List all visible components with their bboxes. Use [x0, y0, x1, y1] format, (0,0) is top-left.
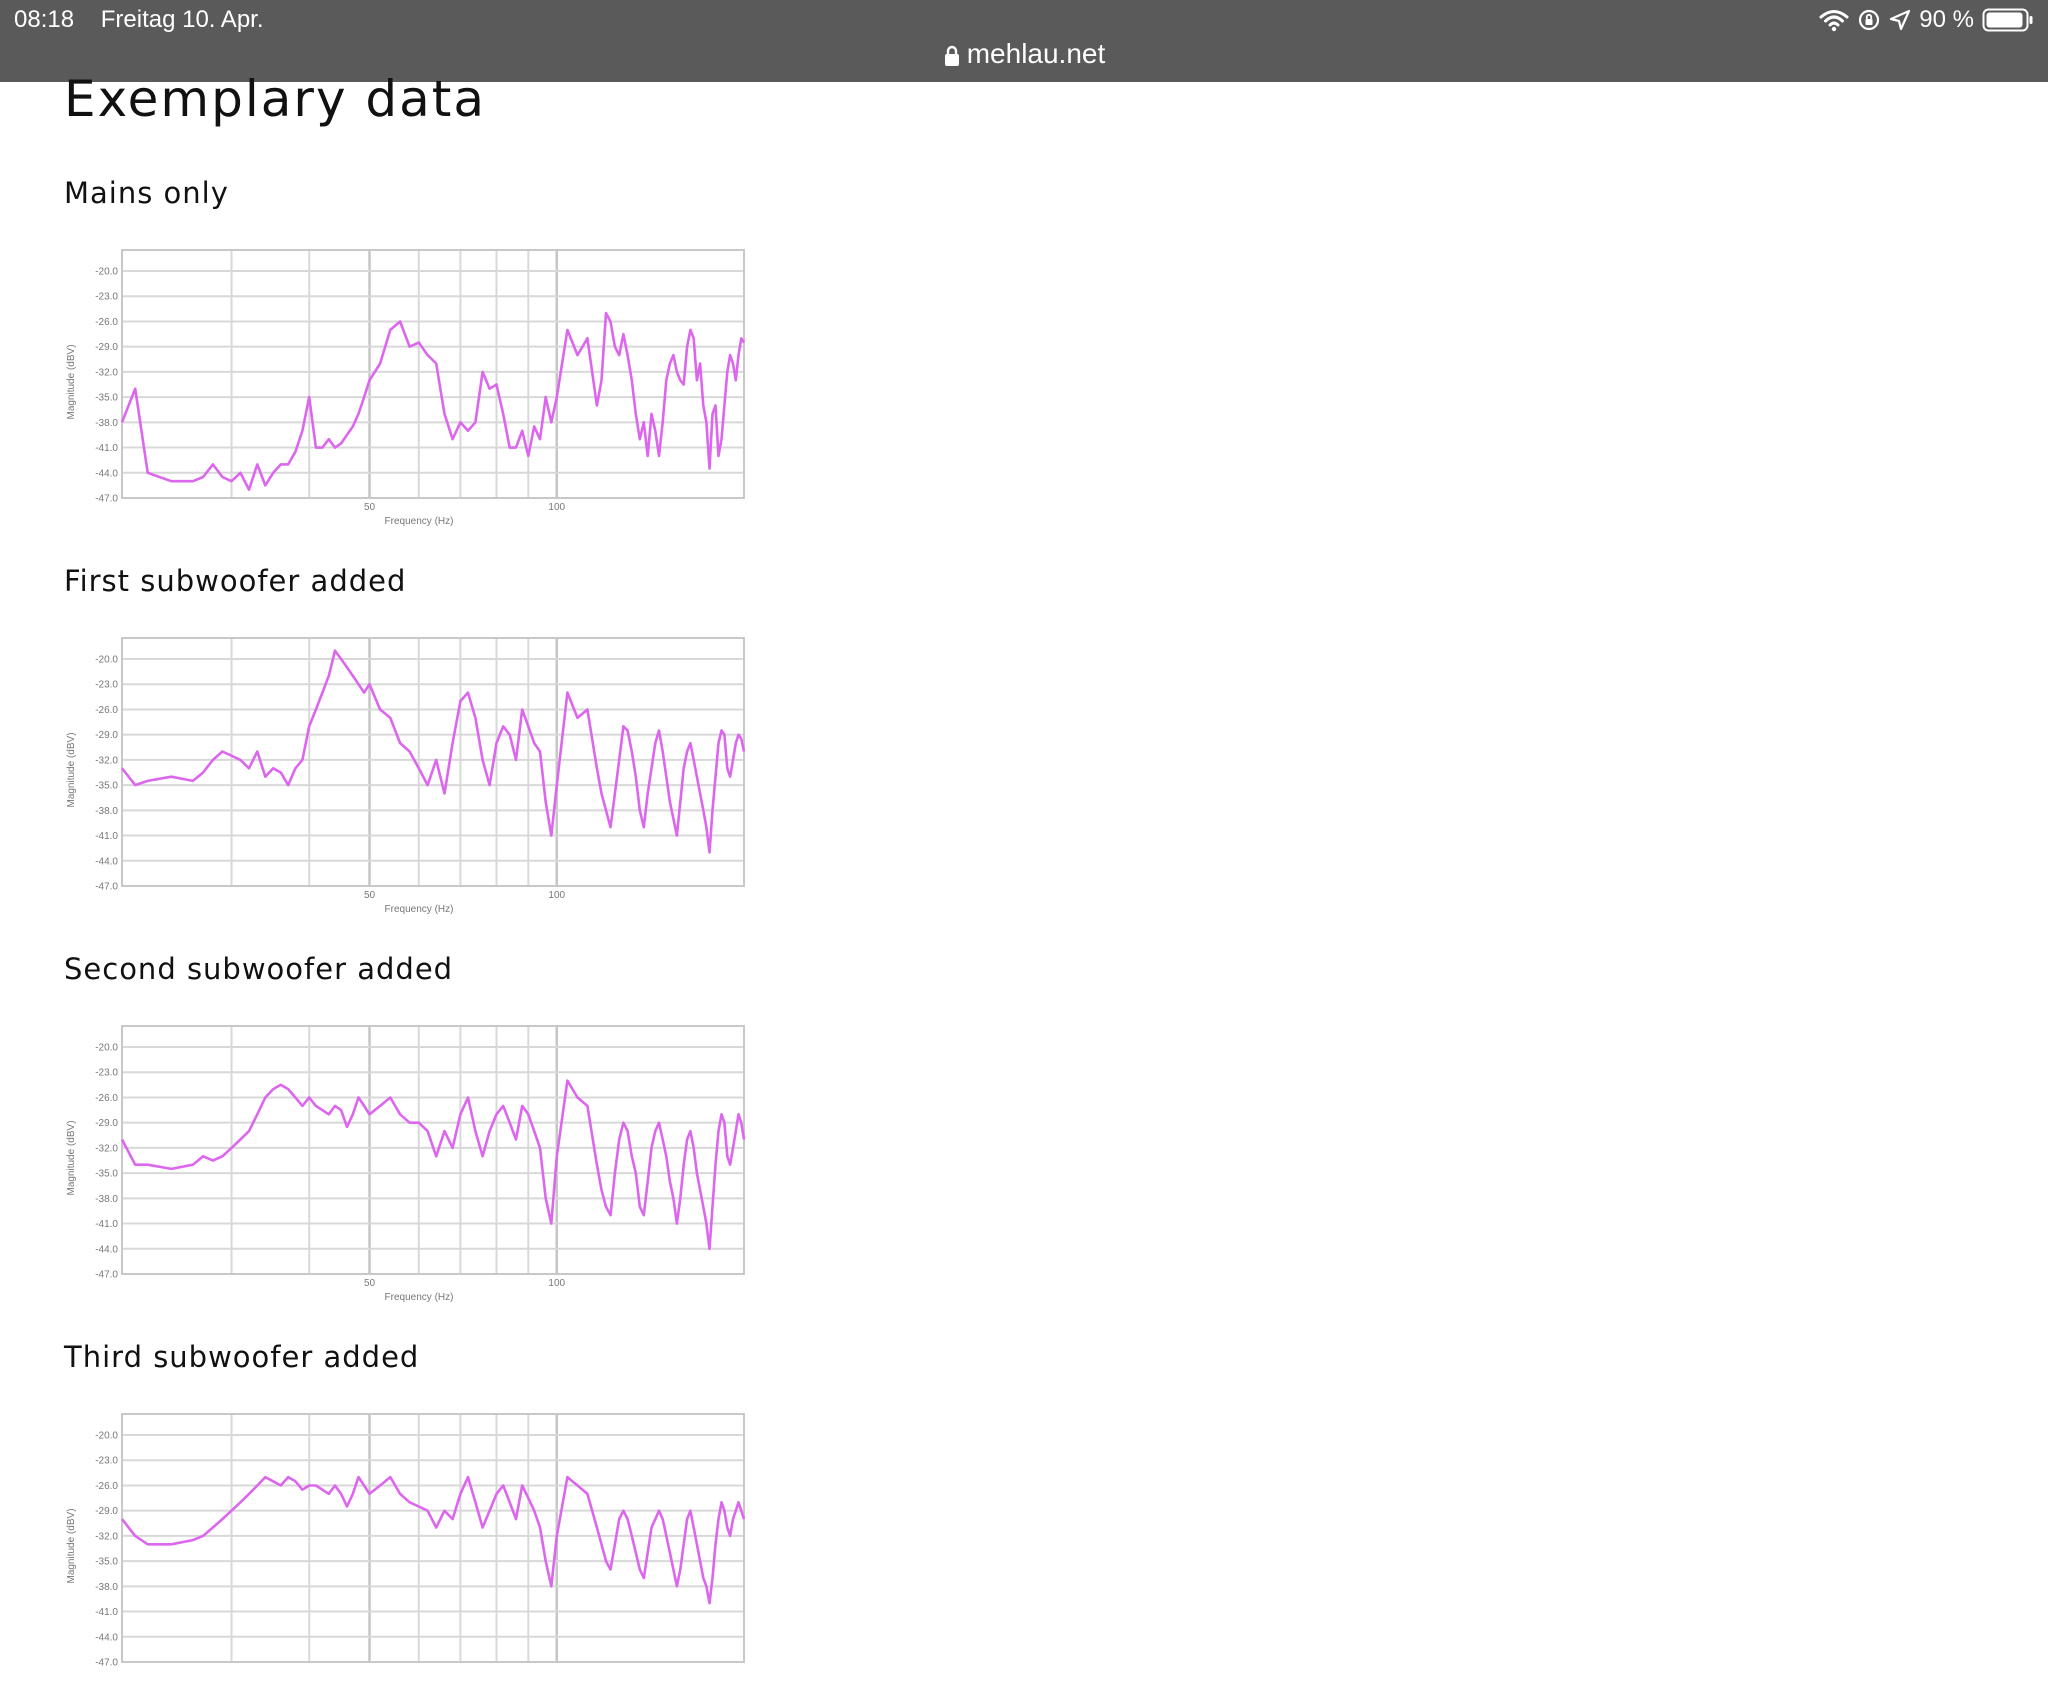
location-arrow-icon	[1890, 9, 1911, 31]
y-axis-label: Magnitude (dBV)	[66, 1120, 77, 1195]
y-tick-label: -41.0	[95, 831, 118, 842]
y-tick-label: -38.0	[95, 806, 118, 817]
chart-second-subwoofer: -20.0 -23.0 -26.0 -29.0 -32.0 -35.0 -38.0 -41.0…	[66, 1025, 746, 1303]
chart-third-subwoofer: -20.0 -23.0 -26.0 -29.0 -32.0 -35.0 -38.0 -41.0…	[66, 1413, 746, 1669]
address-bar[interactable]: mehlau.net	[0, 38, 2048, 70]
y-axis-label: Magnitude (dBV)	[66, 344, 77, 419]
wifi-icon	[1819, 10, 1849, 32]
y-tick-label: -20.0	[95, 655, 118, 666]
y-tick-label: -47.0	[95, 1658, 118, 1669]
y-tick-label: -38.0	[95, 1194, 118, 1205]
x-tick-label: 100	[548, 1278, 565, 1289]
grid	[122, 638, 744, 887]
y-tick-label: -29.0	[95, 1506, 118, 1517]
chart-title-1: First subwoofer added	[64, 564, 407, 598]
y-tick-label: -26.0	[95, 1093, 118, 1104]
status-time: 08:18	[14, 6, 75, 33]
y-tick-label: -47.0	[95, 882, 118, 893]
y-tick-label: -35.0	[95, 393, 118, 404]
y-tick-label: -38.0	[95, 418, 118, 429]
y-tick-label: -41.0	[95, 1219, 118, 1230]
y-tick-label: -23.0	[95, 1068, 118, 1079]
chart-title-3: Third subwoofer added	[64, 1340, 420, 1374]
y-tick-label: -29.0	[95, 1118, 118, 1129]
battery-icon	[1982, 8, 2033, 32]
chart-mains-only: -20.0 -23.0 -26.0 -29.0 -32.0 -35.0 -38.0 -41.0…	[66, 249, 746, 527]
y-tick-label: -23.0	[95, 1456, 118, 1467]
x-tick-label: 100	[548, 502, 565, 513]
y-tick-label: -29.0	[95, 730, 118, 741]
x-axis-label: Frequency (Hz)	[385, 1292, 454, 1303]
y-tick-label: -20.0	[95, 267, 118, 278]
plot-frame	[121, 249, 745, 499]
series-line	[120, 311, 746, 491]
y-tick-label: -32.0	[95, 1143, 118, 1154]
y-axis-label: Magnitude (dBV)	[66, 1508, 77, 1583]
y-tick-label: -32.0	[95, 367, 118, 378]
y-tick-label: -35.0	[95, 1169, 118, 1180]
y-tick-label: -20.0	[95, 1043, 118, 1054]
series-line	[120, 1475, 746, 1605]
x-axis-label: Frequency (Hz)	[385, 904, 454, 915]
status-right: 90 %	[1819, 6, 2034, 34]
status-left: 08:18 Freitag 10. Apr.	[14, 6, 264, 34]
status-date: Freitag 10. Apr.	[100, 6, 264, 33]
y-tick-label: -32.0	[95, 1531, 118, 1542]
chart-title-0: Mains only	[64, 176, 229, 210]
series-line	[120, 649, 746, 854]
rotation-lock-icon	[1859, 9, 1880, 31]
y-tick-label: -35.0	[95, 1557, 118, 1568]
y-tick-label: -23.0	[95, 292, 118, 303]
y-tick-label: -38.0	[95, 1582, 118, 1593]
page-title: Exemplary data	[64, 70, 487, 128]
plot-frame	[121, 637, 745, 887]
x-tick-label: 50	[364, 502, 376, 513]
x-axis-label: Frequency (Hz)	[385, 516, 454, 527]
y-tick-label: -44.0	[95, 1244, 118, 1255]
y-tick-label: -23.0	[95, 680, 118, 691]
y-tick-label: -44.0	[95, 1632, 118, 1643]
y-axis-label: Magnitude (dBV)	[66, 732, 77, 807]
url-text[interactable]: mehlau.net	[967, 38, 1106, 69]
y-tick-label: -41.0	[95, 443, 118, 454]
y-tick-label: -29.0	[95, 342, 118, 353]
y-tick-label: -44.0	[95, 856, 118, 867]
x-tick-label: 100	[548, 890, 565, 901]
y-tick-label: -35.0	[95, 781, 118, 792]
y-tick-label: -26.0	[95, 705, 118, 716]
x-tick-label: 50	[364, 890, 376, 901]
y-tick-label: -20.0	[95, 1431, 118, 1442]
chart-title-2: Second subwoofer added	[64, 952, 454, 986]
y-tick-label: -32.0	[95, 755, 118, 766]
grid	[122, 250, 744, 499]
chart-first-subwoofer: -20.0 -23.0 -26.0 -29.0 -32.0 -35.0 -38.0 -41.0…	[66, 637, 746, 915]
lock-icon	[944, 45, 959, 66]
y-tick-label: -41.0	[95, 1607, 118, 1618]
battery-percentage: 90 %	[1919, 6, 1974, 33]
x-tick-label: 50	[364, 1278, 376, 1289]
y-tick-label: -44.0	[95, 468, 118, 479]
y-tick-label: -47.0	[95, 494, 118, 505]
y-tick-label: -26.0	[95, 317, 118, 328]
y-tick-label: -26.0	[95, 1481, 118, 1492]
y-tick-label: -47.0	[95, 1270, 118, 1281]
